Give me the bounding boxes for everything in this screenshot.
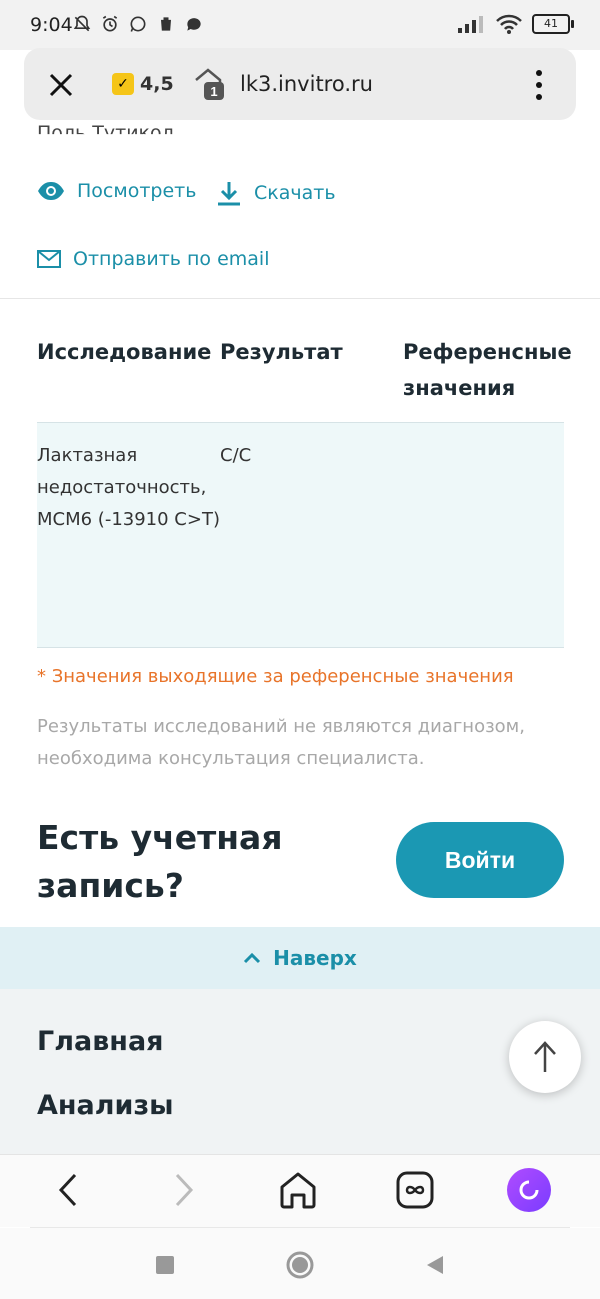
rating-value: 4,5 [140,73,174,95]
header-study: Исследование [37,340,212,364]
whatsapp-icon [130,16,146,32]
status-time: 9:04 [30,14,73,36]
chevron-left-icon [58,1173,77,1207]
mail-icon [37,250,61,268]
circle-icon [286,1251,314,1279]
site-rating[interactable]: ✓ 4,5 [112,73,174,95]
back-to-top-bar[interactable]: Наверх [0,927,600,989]
email-label: Отправить по email [73,248,270,270]
nav-back-button[interactable] [46,1168,90,1212]
back-to-top-label: Наверх [273,946,357,970]
download-label: Скачать [254,182,336,204]
nav-alice-button[interactable] [507,1168,551,1212]
download-icon [218,182,240,206]
trash-icon [161,17,171,31]
square-icon [156,1256,174,1274]
footer [0,989,600,1154]
header-reference: Референсные значения [403,340,572,400]
scroll-top-button[interactable] [509,1021,581,1093]
tabs-icon [396,1171,434,1209]
patient-name-cut: Поль Тутикол [37,122,174,144]
tab-count: 1 [210,84,217,99]
close-icon[interactable] [46,70,76,100]
back-system-button[interactable] [420,1250,450,1280]
account-title: Есть учетная запись? [37,818,283,905]
nav-home-button[interactable] [276,1168,320,1212]
chat-icon [187,18,201,31]
disclaimer: Результаты исследований не являются диаг… [37,716,525,769]
row-study-name: Лактазная недостаточность, MCM6 (-13910 … [37,445,220,530]
rating-badge-icon: ✓ [112,73,134,95]
chevron-right-icon [175,1173,194,1207]
signal-icon [458,16,483,33]
nav-forward-button[interactable] [162,1168,206,1212]
protect-tab-icon[interactable]: 1 [192,66,228,102]
home-system-button[interactable] [285,1250,315,1280]
more-menu-icon[interactable] [530,68,548,102]
view-link[interactable]: Посмотреть [37,180,196,202]
voice-assistant-icon [507,1168,551,1212]
footer-item-analyses[interactable]: Анализы [37,1090,174,1121]
arrow-up-icon [534,1041,556,1072]
row-result: C/C [220,445,252,466]
status-right: 41 [458,14,574,34]
recent-apps-button[interactable] [150,1250,180,1280]
login-button[interactable]: Войти [396,822,564,898]
eye-icon [38,182,64,200]
alarm-icon [102,15,118,32]
mute-bell-icon [73,15,91,32]
footer-item-home[interactable]: Главная [37,1026,164,1057]
chevron-up-icon [244,952,261,964]
url-text[interactable]: lk3.invitro.ru [240,72,373,96]
view-label: Посмотреть [77,180,197,202]
nav-tabs-button[interactable] [393,1168,437,1212]
reference-note: * Значения выходящие за референсные знач… [37,666,514,687]
header-result: Результат [220,340,343,364]
section-divider [0,298,600,299]
triangle-back-icon [427,1256,443,1274]
battery-indicator: 41 [532,14,574,34]
wifi-icon [496,14,522,34]
download-link[interactable]: Скачать [216,180,336,206]
home-icon [280,1172,316,1209]
email-link[interactable]: Отправить по email [37,248,270,270]
notification-icons [72,14,204,34]
